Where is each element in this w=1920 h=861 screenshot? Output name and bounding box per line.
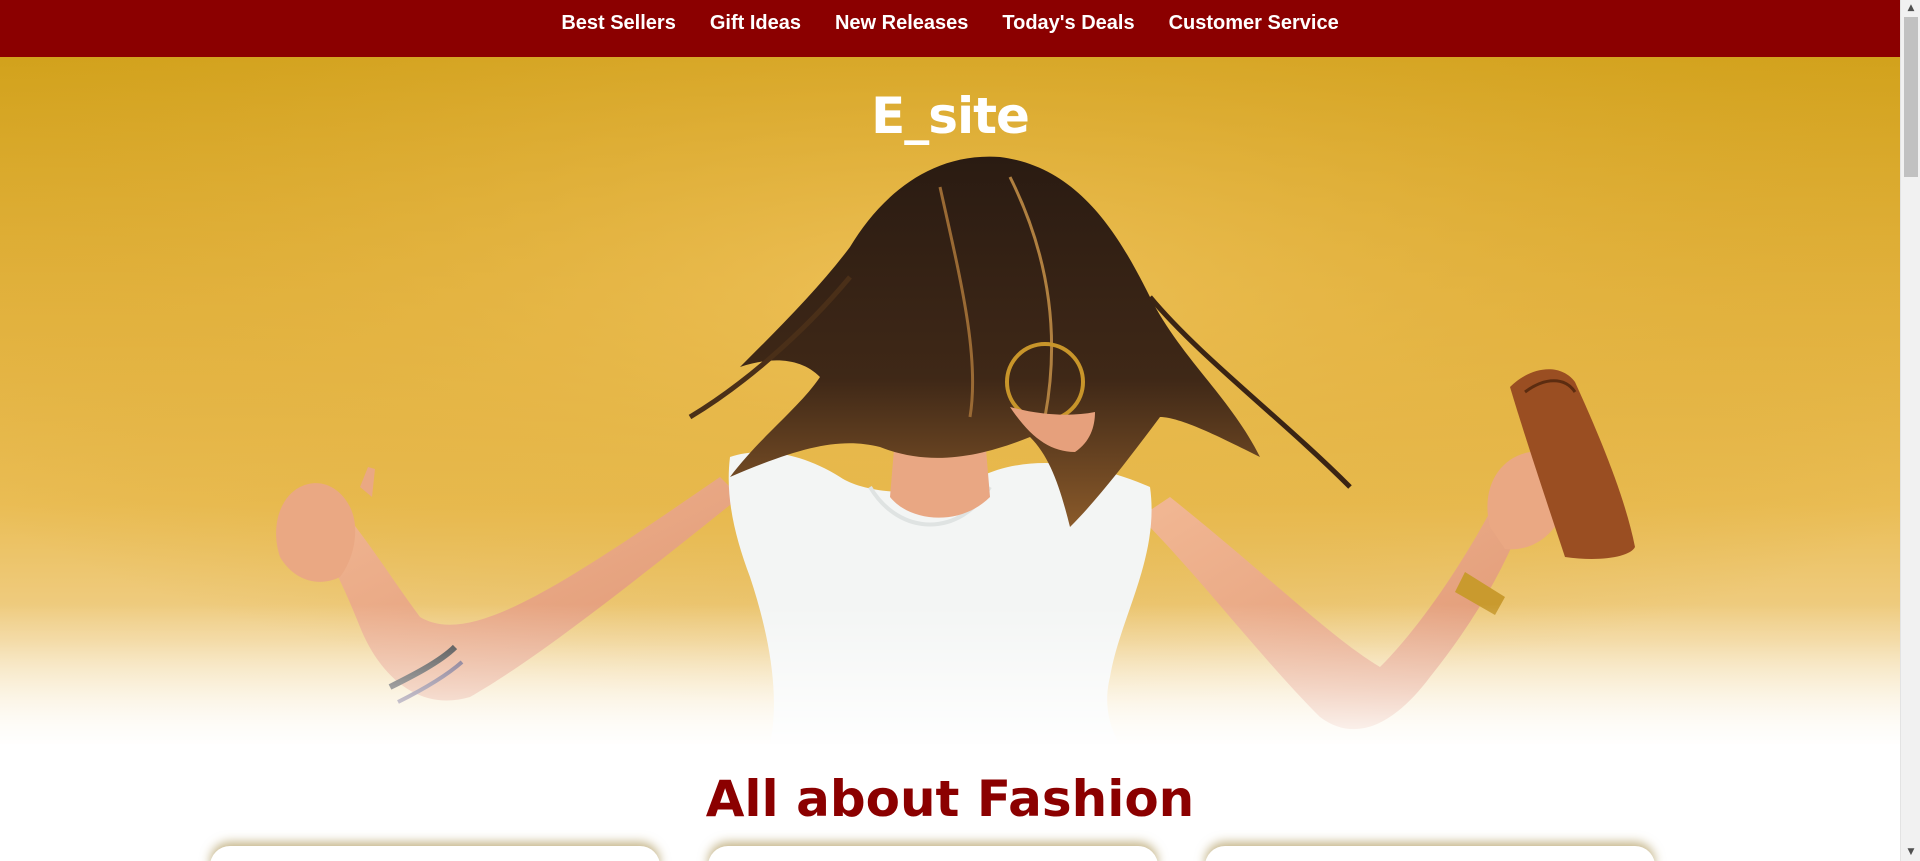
vertical-scrollbar[interactable]: ▲ ▼ (1900, 0, 1920, 861)
nav-item-best-sellers[interactable]: Best Sellers (561, 12, 676, 35)
scroll-up-arrow-icon[interactable]: ▲ (1901, 0, 1920, 17)
nav-item-customer-service[interactable]: Customer Service (1169, 12, 1339, 35)
nav-item-todays-deals[interactable]: Today's Deals (1002, 12, 1134, 35)
nav-item-new-releases[interactable]: New Releases (835, 12, 968, 35)
section-title: All about Fashion (705, 770, 1195, 828)
hero-bottom-fade (0, 604, 1900, 744)
scroll-down-arrow-icon[interactable]: ▼ (1901, 844, 1920, 861)
site-logo-title: E_site (871, 87, 1030, 145)
fashion-card[interactable] (210, 846, 660, 861)
scrollbar-thumb[interactable] (1904, 17, 1918, 177)
page: Best Sellers Gift Ideas New Releases Tod… (0, 0, 1920, 861)
fashion-card[interactable] (708, 846, 1158, 861)
fashion-card[interactable] (1205, 846, 1655, 861)
top-navigation-bar: Best Sellers Gift Ideas New Releases Tod… (0, 0, 1900, 57)
nav-item-gift-ideas[interactable]: Gift Ideas (710, 12, 801, 35)
hero-banner: E_site (0, 57, 1900, 744)
